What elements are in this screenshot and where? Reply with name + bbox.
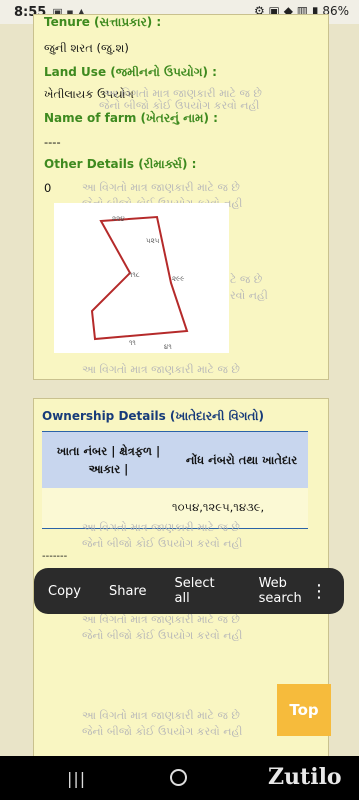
farm-name-label: Name of farm (ખેતરનું નામ) :: [44, 111, 218, 125]
sketch-label: ૧૧: [129, 339, 136, 347]
recents-icon[interactable]: |||: [67, 769, 86, 788]
other-details-value: 0: [44, 181, 52, 195]
more-options-icon[interactable]: ⋮: [310, 581, 328, 602]
dash-divider: -------: [42, 551, 68, 562]
other-details-label: Other Details (રીમાર્ક્સ) :: [44, 157, 197, 171]
column-nondh: નોંધ નંબરો તથા ખાતેદાર: [185, 453, 298, 467]
sketch-label: ૫૨૫: [146, 237, 160, 245]
watermark-line1: આ વિગતો માત્ર જાણકારી માટે જ છે: [82, 521, 240, 534]
tenure-label: Tenure (સત્તાપ્રકાર) :: [44, 15, 162, 29]
watermark-line2: જેનો બીજો કોઈ ઉપયોગ કરવો નહી: [82, 537, 243, 550]
watermark-short2: રવો નહી: [230, 289, 268, 302]
farm-name-value: ----: [44, 135, 61, 149]
land-use-label: Land Use (જમીનનો ઉપયોગ) :: [44, 65, 217, 79]
watermark-line1: આ વિગતો માત્ર જાણકારી માટે જ છે: [82, 181, 240, 194]
brand-logo: Zutilo: [268, 764, 342, 790]
sketch-label: ૨૨૪: [112, 215, 125, 223]
sketch-label: ૪૧: [164, 343, 172, 351]
select-all-button[interactable]: Select all: [175, 576, 231, 606]
watermark-short1: ટે જ છે: [230, 273, 263, 286]
nondh-numbers: ૧૦૫૪,૧૨૯૫,૧૪૩૯,: [172, 500, 265, 514]
column-khata: ખાતા નંબર | ક્ષેત્રફળ | આકાર |: [56, 444, 161, 476]
scroll-top-button[interactable]: Top: [277, 684, 331, 736]
table-header: ખાતા નંબર | ક્ષેત્રફળ | આકાર | નોંધ નંબર…: [42, 432, 308, 488]
tenure-value: જુની શરત (જુ.શ): [44, 41, 129, 55]
watermark-line1: આ વિગતો માત્ર જાણકારી માટે જ છે: [82, 709, 240, 722]
share-button[interactable]: Share: [109, 584, 147, 599]
land-sketch-map: ૨૨૪ ૫૨૫ ૧૧૮ ૨૯૯ ૧૧ ૪૧: [54, 203, 229, 353]
watermark-line1: આ વિગતો માત્ર જાણકારી માટે જ છે: [82, 363, 240, 376]
ownership-table: ખાતા નંબર | ક્ષેત્રફળ | આકાર | નોંધ નંબર…: [42, 431, 308, 529]
ownership-title: Ownership Details (ખાતેદારની વિગતો): [42, 409, 264, 423]
watermark-line1: આ વિગતો માત્ર જાણકારી માટે જ છે: [82, 613, 240, 626]
sketch-label: ૧૧૮: [129, 271, 140, 279]
text-selection-menu: Copy Share Select all Web search ⋮: [34, 568, 344, 614]
watermark-line2: જેનો બીજો કોઈ ઉપયોગ કરવો નહી: [82, 725, 243, 738]
sketch-label: ૨૯૯: [172, 275, 184, 283]
home-icon[interactable]: [170, 769, 187, 786]
copy-button[interactable]: Copy: [48, 584, 81, 599]
system-nav-bar: ||| Zutilo: [0, 756, 359, 800]
sketch-drawing: ૨૨૪ ૫૨૫ ૧૧૮ ૨૯૯ ૧૧ ૪૧: [90, 215, 189, 351]
watermark-line2: જેનો બીજો કોઈ ઉપયોગ કરવો નહી: [82, 629, 243, 642]
